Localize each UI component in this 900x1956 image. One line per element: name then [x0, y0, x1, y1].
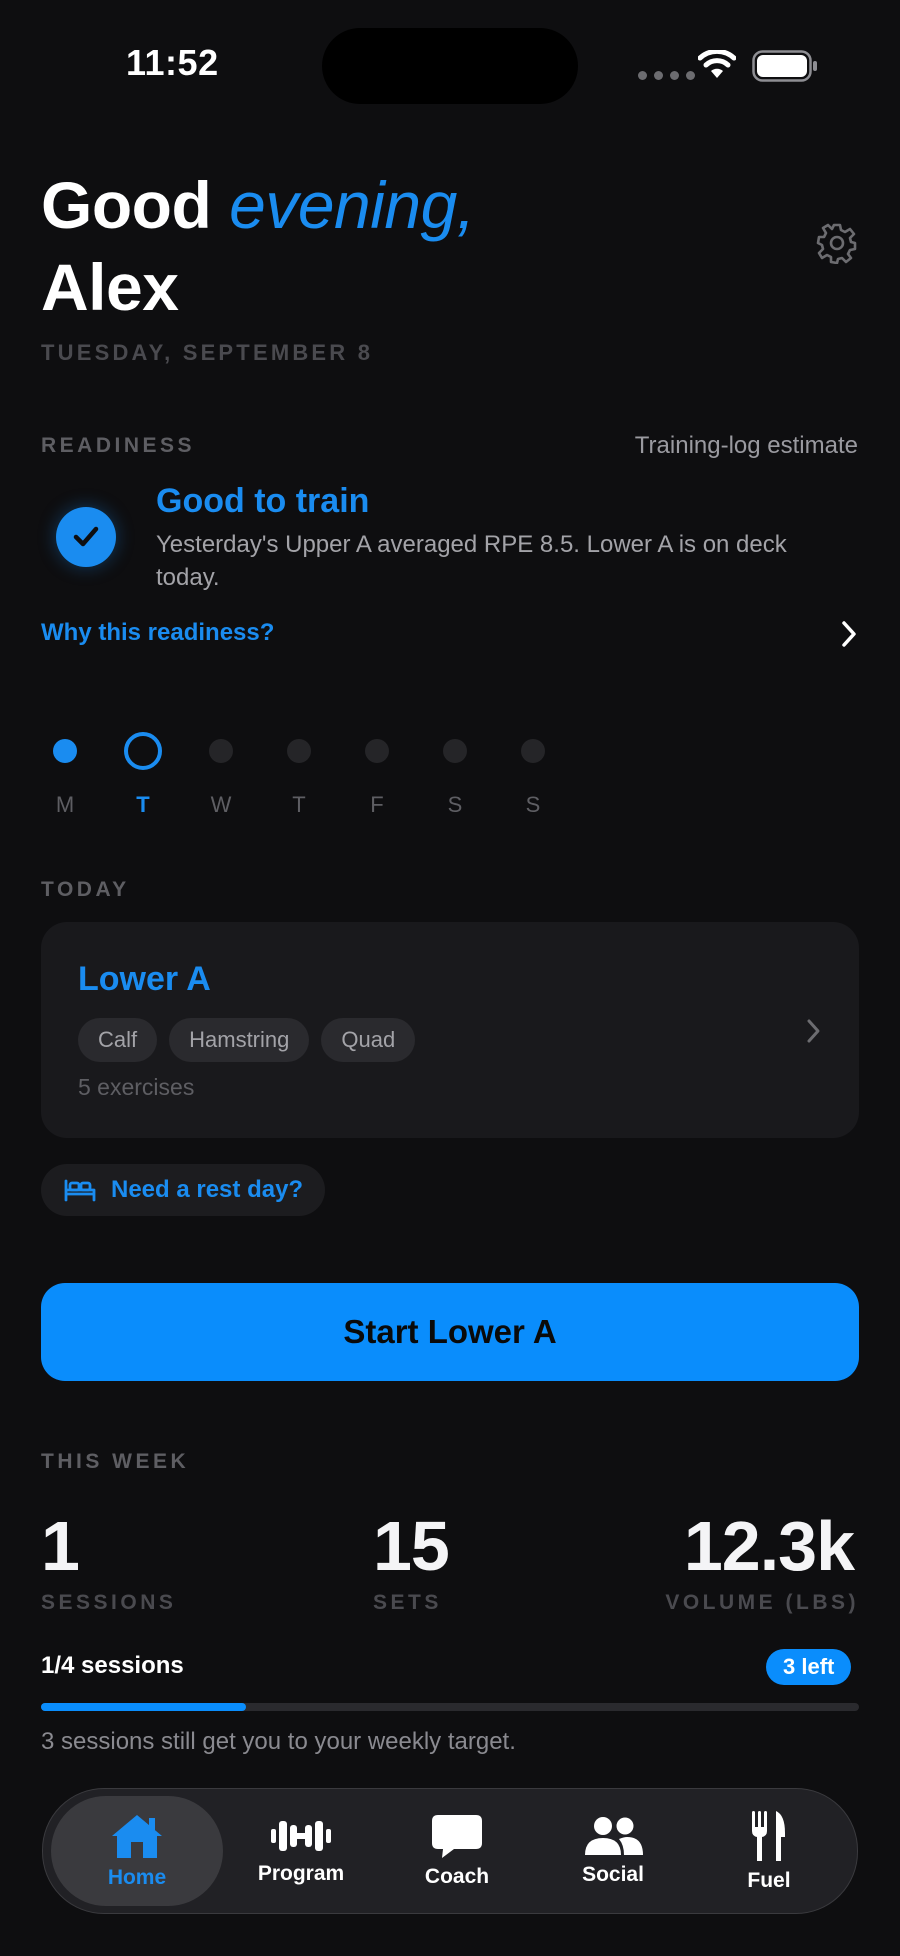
muscle-chip: Hamstring: [169, 1018, 310, 1062]
greeting-time-of-day: evening,: [229, 168, 475, 242]
muscle-chip: Calf: [78, 1018, 158, 1062]
greeting-heading: Good evening, Alex: [41, 164, 475, 328]
day-status-dot: [53, 739, 77, 763]
sets-count: 15: [373, 1507, 450, 1585]
day-status-dot: [365, 739, 389, 763]
sessions-label: SESSIONS: [41, 1591, 177, 1614]
tab-label: Home: [107, 1866, 167, 1889]
sessions-left-badge: 3 left: [766, 1649, 852, 1685]
volume-value: 12.3k: [683, 1507, 855, 1585]
this-week-section-label: THIS WEEK: [41, 1450, 190, 1473]
sessions-count: 1: [41, 1507, 80, 1585]
tab-program[interactable]: Program: [223, 1796, 379, 1906]
gear-icon[interactable]: [816, 222, 858, 264]
week-day: S: [434, 730, 512, 818]
day-letter: T: [136, 792, 150, 817]
tab-home[interactable]: Home: [51, 1796, 223, 1906]
progress-note: 3 sessions still get you to your weekly …: [41, 1728, 516, 1755]
dynamic-island: [322, 28, 578, 104]
wifi-icon: [698, 50, 736, 78]
week-day-tracker: MTWTFSS: [44, 730, 590, 818]
day-status-dot: [209, 739, 233, 763]
day-letter: F: [370, 792, 384, 817]
house-icon: [112, 1815, 162, 1858]
volume-label: VOLUME (LBS): [665, 1591, 859, 1614]
day-status-dot: [521, 739, 545, 763]
status-time: 11:52: [126, 42, 219, 83]
sessions-progress-fill: [41, 1703, 246, 1711]
why-readiness-link[interactable]: Why this readiness?: [41, 619, 274, 647]
day-letter: M: [55, 792, 75, 817]
readiness-description: Yesterday's Upper A averaged RPE 8.5. Lo…: [156, 531, 787, 591]
start-workout-button[interactable]: Start Lower A: [41, 1283, 859, 1381]
week-day: W: [200, 730, 278, 818]
rest-day-label: Need a rest day?: [111, 1176, 304, 1203]
readiness-status: Good to train: [156, 482, 370, 520]
greeting-word: Good: [41, 168, 212, 242]
cellular-signal-icon: [638, 71, 695, 80]
chevron-right-icon[interactable]: [840, 620, 858, 648]
day-letter: T: [292, 792, 306, 817]
checkmark-icon: [56, 507, 116, 567]
day-status-dot: [124, 732, 162, 770]
chevron-right-icon: [807, 1019, 820, 1043]
tab-label: Program: [257, 1862, 345, 1885]
battery-icon: [752, 50, 817, 82]
today-section-label: TODAY: [41, 878, 130, 901]
people-icon: [585, 1817, 643, 1855]
week-day: T: [122, 730, 200, 818]
tab-label: Coach: [424, 1865, 490, 1888]
sessions-progress-label: 1/4 sessions: [41, 1652, 184, 1679]
tab-coach[interactable]: Coach: [379, 1796, 535, 1906]
day-letter: W: [210, 792, 232, 817]
user-name: Alex: [41, 250, 179, 324]
readiness-source-note: Training-log estimate: [634, 432, 858, 459]
bed-icon: [64, 1179, 96, 1202]
day-status-dot: [287, 739, 311, 763]
week-day: F: [356, 730, 434, 818]
sets-label: SETS: [373, 1591, 442, 1614]
week-day: T: [278, 730, 356, 818]
home-screen: 11:52 Good evening, Alex TUESDAY, SEPTEM…: [0, 0, 900, 1956]
muscle-chip: Quad: [321, 1018, 416, 1062]
muscle-chips: Calf Hamstring Quad: [78, 1018, 416, 1062]
week-day: M: [44, 730, 122, 818]
day-status-dot: [443, 739, 467, 763]
tab-fuel[interactable]: Fuel: [691, 1796, 847, 1906]
week-day: S: [512, 730, 590, 818]
tab-label: Social: [582, 1863, 644, 1886]
workout-name: Lower A: [78, 960, 211, 998]
bottom-tab-bar: Home Program Coach Social Fuel: [42, 1788, 858, 1914]
chat-bubble-icon: [432, 1815, 482, 1858]
rest-day-button[interactable]: Need a rest day?: [41, 1164, 326, 1216]
day-letter: S: [525, 792, 541, 817]
dumbbell-icon: [271, 1821, 331, 1851]
readiness-section-label: READINESS: [41, 434, 196, 457]
sessions-progress-bar: [41, 1703, 859, 1711]
day-letter: S: [447, 792, 463, 817]
today-workout-card[interactable]: Lower A Calf Hamstring Quad 5 exercises: [41, 922, 859, 1138]
exercise-count: 5 exercises: [78, 1074, 195, 1100]
fork-knife-icon: [752, 1811, 785, 1861]
current-date: TUESDAY, SEPTEMBER 8: [41, 340, 374, 365]
tab-label: Fuel: [747, 1869, 791, 1892]
tab-social[interactable]: Social: [535, 1796, 691, 1906]
